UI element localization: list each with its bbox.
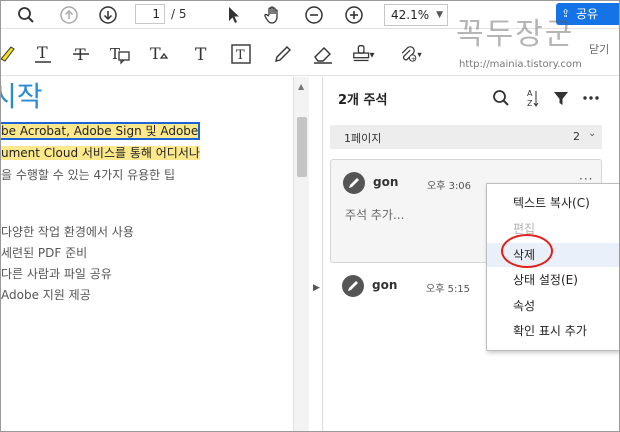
menu-item-add-checkmark[interactable]: 확인 표시 추가 [487,319,619,343]
add-text-icon[interactable]: T [190,42,214,66]
filter-icon[interactable] [550,87,572,109]
svg-text:▼: ▼ [369,51,374,59]
svg-text:T: T [195,45,207,65]
comment-author: gon [372,278,398,292]
page-down-icon[interactable] [97,4,119,26]
document-scrollbar[interactable]: ▲ [293,77,309,431]
menu-item-set-status[interactable]: 상태 설정(E) [487,268,619,292]
svg-text:+: + [411,56,416,62]
comment-time: 오후 5:15 [426,284,471,295]
zoom-in-icon[interactable] [343,4,365,26]
comments-count-title: 2개 주석 [338,93,388,108]
comment-input[interactable]: 주석 추가... [345,206,404,223]
watermark-url: http://mainia.tistory.com [459,59,582,70]
page-group-header[interactable]: 1페이지 2 ⌄ [330,125,602,149]
chevron-right-icon[interactable]: ▶ [313,283,320,293]
document-line: ument Cloud 서비스를 통해 어디서나 [1,144,200,161]
document-heading: 시작 [1,80,43,113]
comment-context-menu: 텍스트 복사(C) 편집 삭제 상태 설정(E) 속성 확인 표시 추가 [486,183,619,351]
scroll-up-icon[interactable]: ▲ [298,82,304,91]
search-icon[interactable] [15,4,37,26]
search-icon[interactable] [490,87,512,109]
page-group-count: 2 [573,130,580,143]
document-line: be Acrobat, Adobe Sign 및 Adobe [1,122,201,140]
scrollbar-thumb[interactable] [297,117,307,177]
share-label: 공유 [576,7,599,21]
sort-icon[interactable]: AZ [521,87,543,109]
svg-text:Z: Z [527,99,533,108]
more-icon[interactable] [580,87,602,109]
document-line: 다양한 작업 환경에서 사용 [1,225,134,239]
eraser-icon[interactable] [311,42,335,66]
document-line: Adobe 지원 제공 [1,288,91,302]
comment-author-icon [342,275,364,297]
underline-icon[interactable]: T [31,42,55,66]
highlighted-text[interactable]: ument Cloud 서비스를 통해 어디서나 [1,146,200,160]
svg-text:T: T [150,44,161,63]
strikethrough-icon[interactable]: T [69,42,93,66]
zoom-value: 42.1% [391,8,430,22]
page-number-input[interactable]: 1 [135,4,165,24]
comment-time: 오후 3:06 [427,181,472,192]
attach-icon[interactable]: + ▼ [399,42,423,66]
comment-author-icon [343,172,365,194]
svg-text:T: T [37,43,48,62]
svg-text:T: T [236,48,245,63]
watermark-title: 꼭두장군 [456,17,575,52]
stamp-icon[interactable]: ▼ [351,42,375,66]
svg-text:▼: ▼ [417,52,422,58]
highlight-icon[interactable] [1,42,19,66]
replace-text-icon[interactable]: T [148,42,172,66]
selected-highlight[interactable]: be Acrobat, Adobe Sign 및 Adobe [1,122,201,140]
menu-item-edit: 편집 [513,222,536,236]
hand-icon[interactable] [262,4,284,26]
select-cursor-icon[interactable] [223,4,245,26]
document-page: 시작 be Acrobat, Adobe Sign 및 Adobe ument … [1,77,293,431]
page-total: / 5 [171,7,187,21]
svg-text:A: A [527,89,533,98]
menu-item-properties[interactable]: 속성 [487,294,619,318]
document-line: 다른 사람과 파일 공유 [1,267,112,281]
text-comment-icon[interactable]: T [108,42,132,66]
page-group-label: 1페이지 [344,132,382,145]
zoom-out-icon[interactable] [303,4,325,26]
menu-item-copy-text[interactable]: 텍스트 복사(C) [487,191,619,215]
pane-collapse-strip[interactable]: ▶ [309,77,323,431]
comment-author: gon [373,175,399,189]
chevron-down-icon[interactable]: ⌄ [588,128,596,139]
document-line: 을 수행할 수 있는 4가지 유용한 팁 [1,168,176,182]
document-line: 세련된 PDF 준비 [1,246,88,260]
text-box-icon[interactable]: T [229,42,253,66]
page-up-icon[interactable] [58,4,80,26]
annotation-circle [501,234,553,268]
zoom-select[interactable]: 42.1% ▼ [384,4,448,26]
close-button[interactable]: 닫기 [589,41,609,57]
app-window: 1 / 5 42.1% ▼ ⇪ 공유 T T T T T T ▼ + ▼ 닫기 … [0,0,620,432]
pencil-icon[interactable] [271,42,295,66]
chevron-down-icon: ▼ [436,10,443,20]
